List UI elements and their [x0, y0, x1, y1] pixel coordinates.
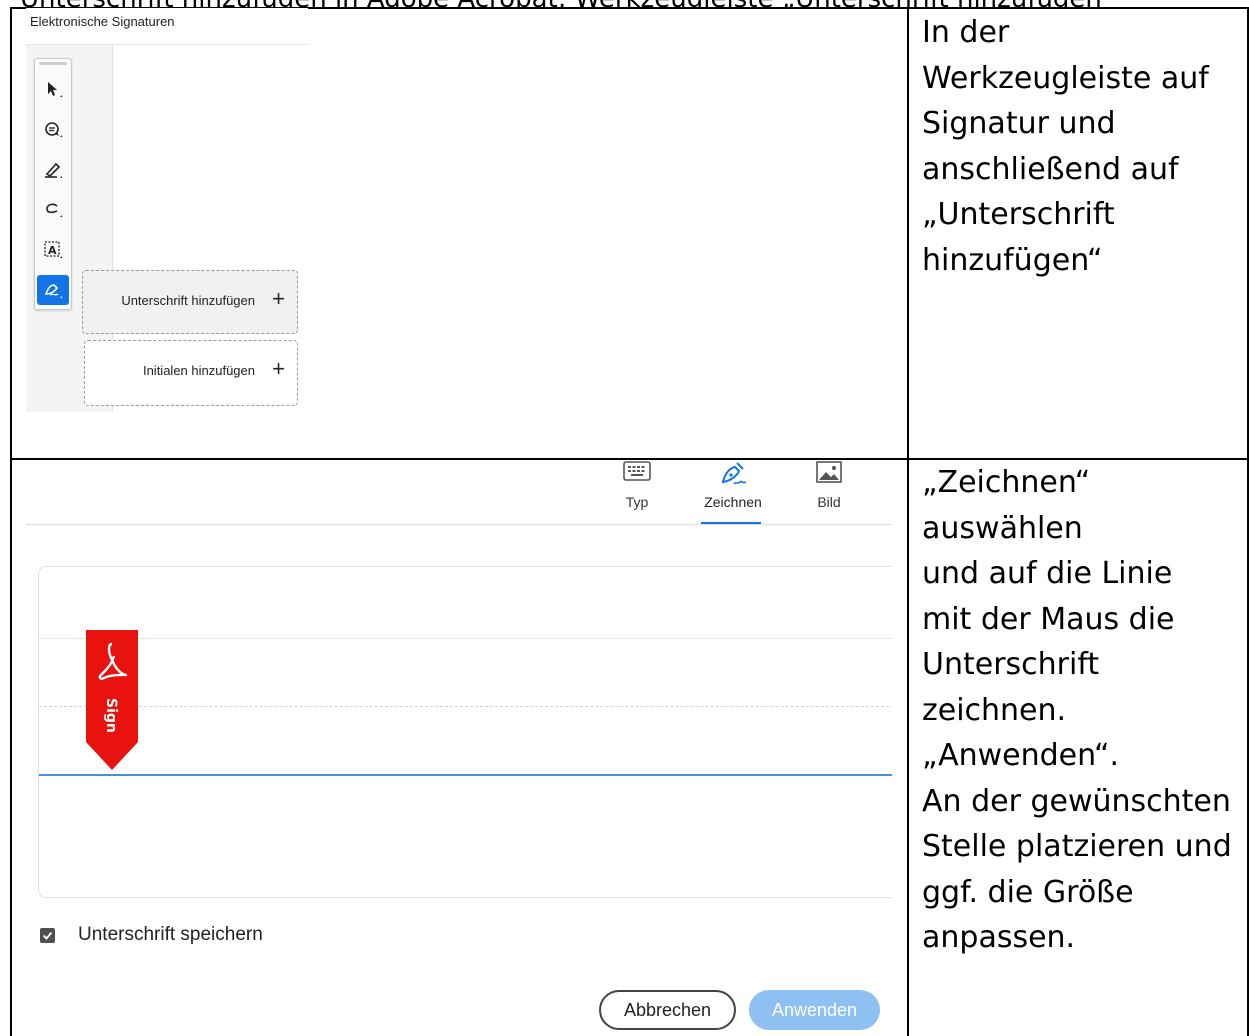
plus-icon: +	[272, 356, 285, 381]
signature-baseline	[39, 774, 892, 776]
toolbar-grip[interactable]	[39, 62, 67, 65]
screenshot-signature-toolbar: Elektronische Signaturen A Unterschrift …	[26, 8, 308, 412]
save-signature-checkbox[interactable]	[40, 928, 55, 943]
draw-pen-icon	[696, 460, 770, 490]
guide-line-dashed	[39, 706, 892, 707]
tab-typ-label: Typ	[625, 494, 649, 510]
tab-typ[interactable]: Typ	[606, 460, 668, 510]
tab-bild-label: Bild	[817, 494, 841, 510]
signature-tool-button[interactable]	[37, 275, 69, 305]
cancel-button[interactable]: Abbrechen	[599, 990, 736, 1030]
comment-tool-button[interactable]	[37, 115, 69, 145]
adobe-sign-tag: Sign	[86, 630, 138, 772]
step2-instruction: „Zeichnen“ auswählen und auf die Linie m…	[922, 465, 1232, 955]
keyboard-icon	[606, 460, 668, 490]
add-initials-menu-item[interactable]: Initialen hinzufügen +	[84, 340, 298, 406]
image-icon	[798, 460, 860, 490]
tab-zeichnen-label: Zeichnen	[704, 494, 762, 510]
screenshot-draw-signature-dialog: Typ Zeichnen Bild Sign Unterschrift spei…	[26, 460, 892, 1036]
signature-draw-area[interactable]	[38, 566, 892, 898]
freehand-tool-button[interactable]	[37, 195, 69, 225]
tab-zeichnen[interactable]: Zeichnen	[696, 460, 770, 510]
highlight-tool-button[interactable]	[37, 155, 69, 185]
apply-button[interactable]: Anwenden	[749, 990, 880, 1030]
tab-bild[interactable]: Bild	[798, 460, 860, 510]
vertical-toolbar: A	[34, 58, 72, 310]
save-signature-label: Unterschrift speichern	[78, 924, 263, 945]
checkmark-icon	[42, 931, 53, 940]
add-signature-label: Unterschrift hinzufügen	[121, 293, 255, 308]
add-signature-menu-item[interactable]: Unterschrift hinzufügen +	[82, 270, 298, 334]
plus-icon: +	[272, 286, 285, 311]
sign-tag-label: Sign	[103, 698, 119, 733]
svg-text:A: A	[48, 244, 57, 257]
tabs-divider	[26, 524, 892, 525]
table-column-divider	[907, 7, 909, 1036]
add-initials-label: Initialen hinzufügen	[142, 363, 255, 378]
select-tool-button[interactable]	[37, 75, 69, 105]
panel-title: Elektronische Signaturen	[30, 14, 175, 29]
guide-line-top	[39, 638, 892, 639]
table-border-left	[10, 7, 12, 1036]
text-recognition-tool-button[interactable]: A	[37, 235, 69, 265]
step1-instruction: In der Werkzeugleiste auf Signatur und a…	[922, 15, 1209, 278]
